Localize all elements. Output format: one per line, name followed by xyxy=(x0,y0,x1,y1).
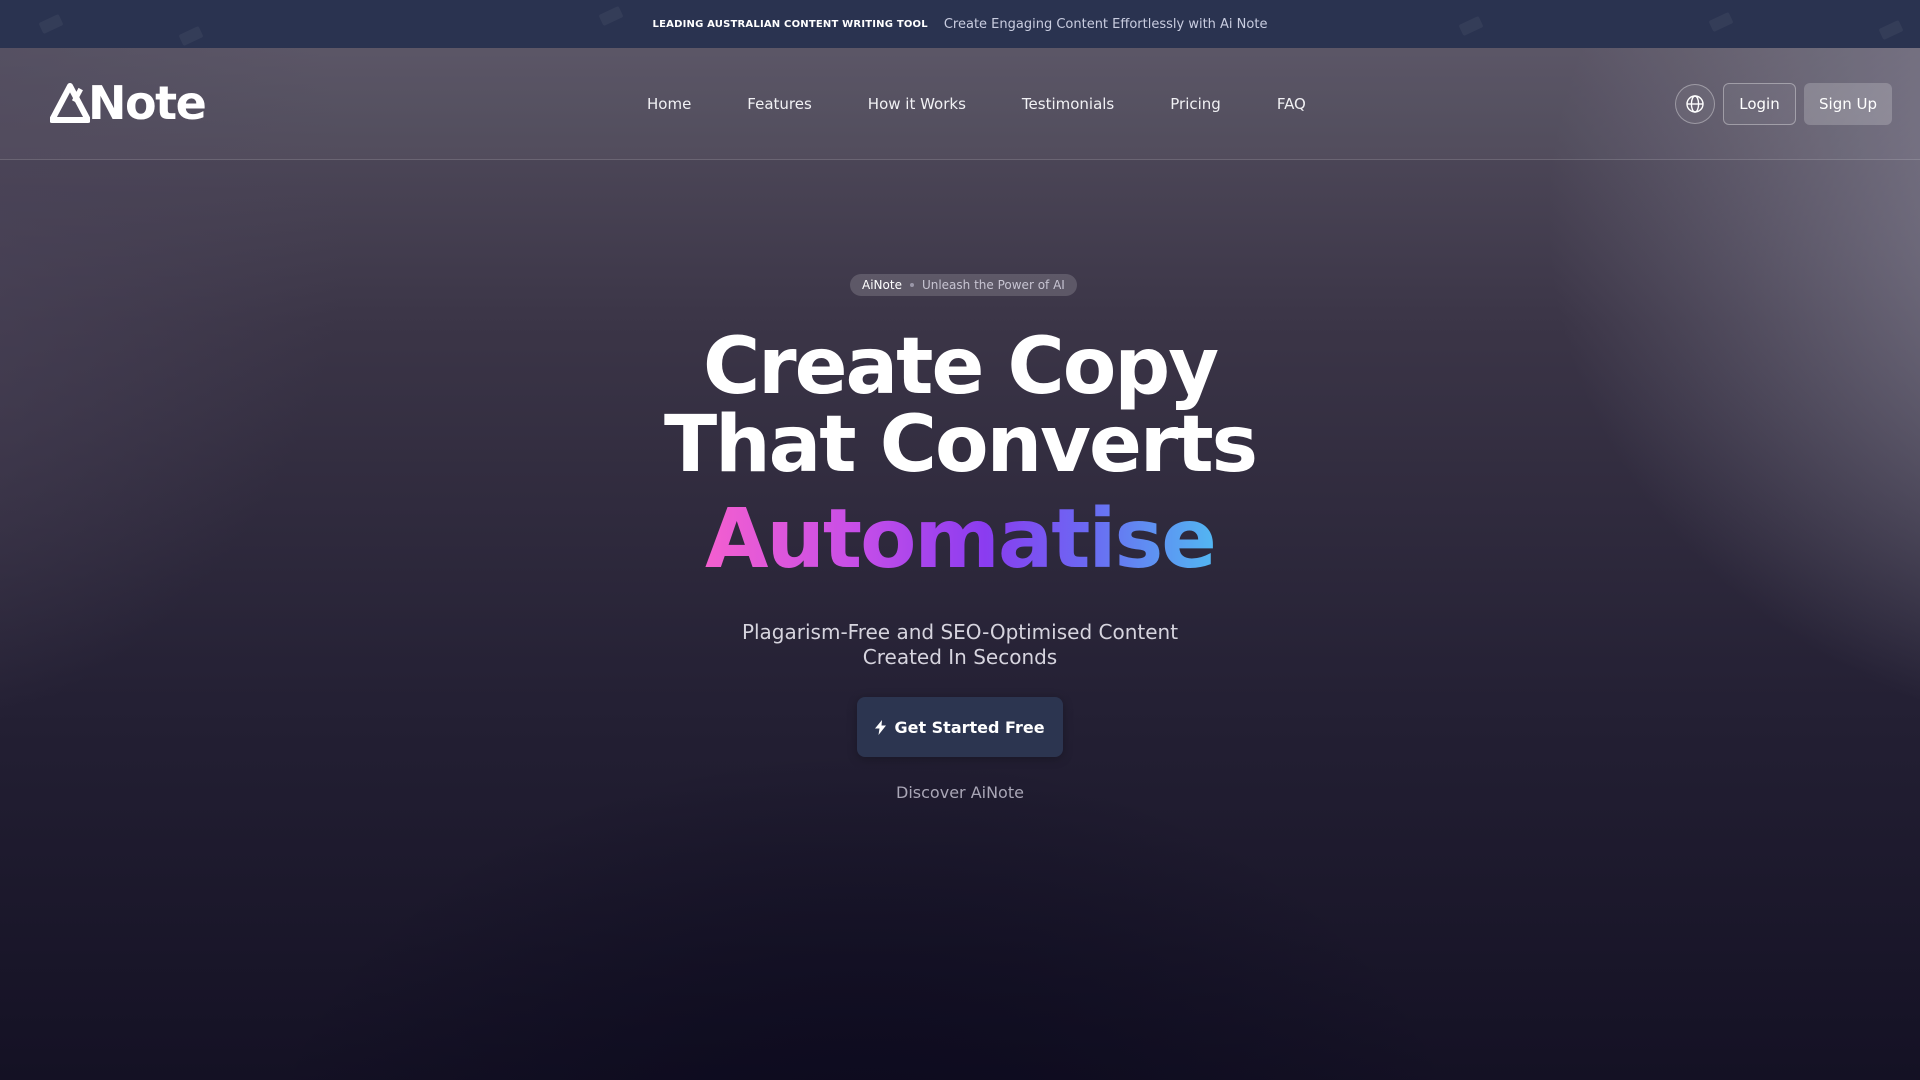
decor-shape xyxy=(1878,19,1904,41)
hero-subtitle-line1: Plagarism-Free and SEO-Optimised Content xyxy=(741,620,1179,644)
hero-subtitle-line2: Created In Seconds xyxy=(862,645,1058,669)
nav-pricing[interactable]: Pricing xyxy=(1170,94,1221,114)
get-started-label: Get Started Free xyxy=(894,717,1045,737)
badge-separator xyxy=(909,283,914,287)
announcement-bar: LEADING AUSTRALIAN CONTENT WRITING TOOL … xyxy=(0,0,1920,48)
site-header: Note Home Features How it Works Testimon… xyxy=(0,48,1920,160)
globe-icon xyxy=(1686,95,1704,113)
get-started-button[interactable]: Get Started Free xyxy=(857,697,1063,757)
logo-triangle-icon xyxy=(50,83,90,123)
nav-home[interactable]: Home xyxy=(647,94,691,114)
logo-text: Note xyxy=(88,76,207,130)
nav-how-it-works[interactable]: How it Works xyxy=(868,94,966,114)
lightning-icon xyxy=(875,719,887,735)
decor-shape xyxy=(1708,11,1734,33)
badge-tagline: Unleash the Power of AI xyxy=(921,278,1065,292)
hero-highlight: Automatise xyxy=(0,490,1920,590)
hero-headline-line1: Create Copy xyxy=(702,322,1219,412)
login-button[interactable]: Login xyxy=(1723,83,1796,125)
highlight-word: Automatise xyxy=(705,492,1217,587)
decor-shape xyxy=(1458,15,1484,37)
discover-link[interactable]: Discover AiNote xyxy=(0,783,1920,802)
decor-shape xyxy=(598,5,624,27)
main-nav: Home Features How it Works Testimonials … xyxy=(647,94,1306,114)
hero-badge: AiNote Unleash the Power of AI xyxy=(850,274,1077,296)
language-button[interactable] xyxy=(1675,84,1715,124)
signup-button[interactable]: Sign Up xyxy=(1804,83,1892,125)
nav-testimonials[interactable]: Testimonials xyxy=(1022,94,1114,114)
decor-shape xyxy=(178,25,204,47)
badge-brand: AiNote xyxy=(862,278,902,292)
nav-features[interactable]: Features xyxy=(747,94,812,114)
hero-headline-line2: That Converts xyxy=(663,400,1258,490)
announcement-lead: LEADING AUSTRALIAN CONTENT WRITING TOOL xyxy=(652,18,928,30)
announcement-message[interactable]: Create Engaging Content Effortlessly wit… xyxy=(944,17,1268,32)
nav-faq[interactable]: FAQ xyxy=(1277,94,1306,114)
decor-shape xyxy=(38,13,64,35)
logo[interactable]: Note xyxy=(50,76,207,130)
